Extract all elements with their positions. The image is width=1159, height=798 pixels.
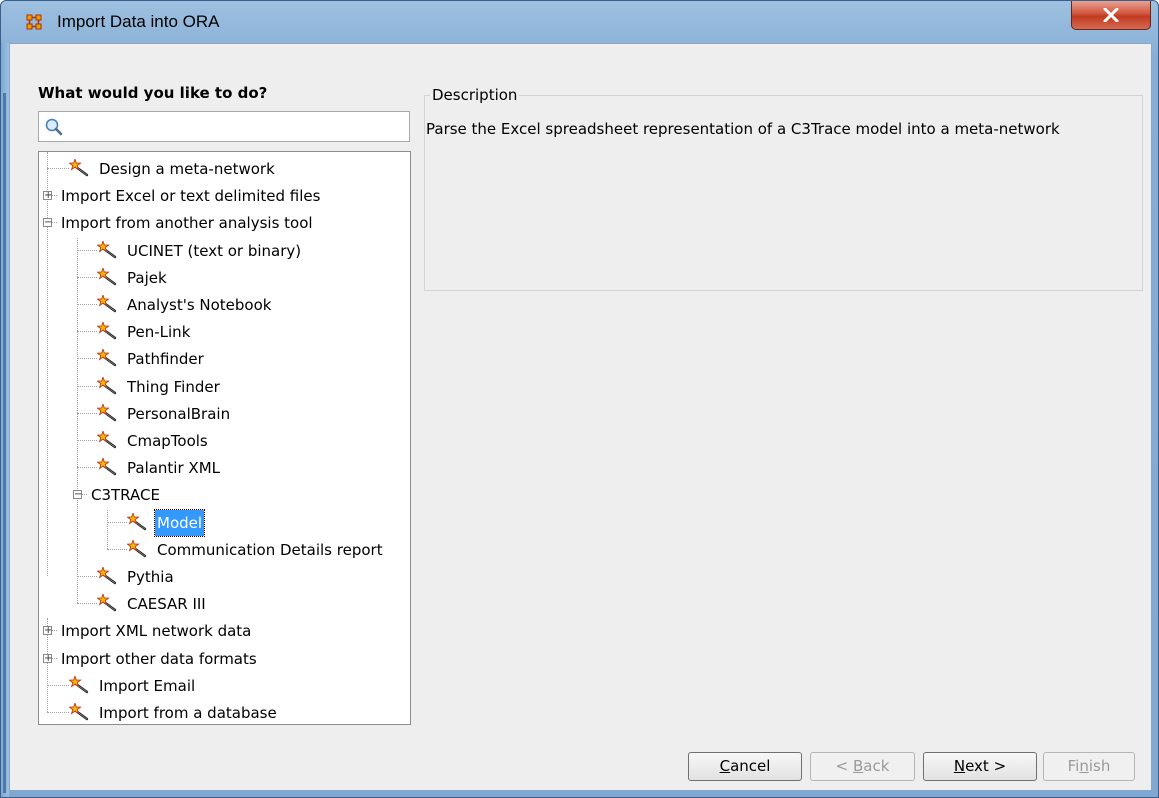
tree-leaf-item[interactable]: CmapTools bbox=[39, 428, 410, 452]
wizard-wand-icon bbox=[96, 456, 117, 476]
tree-connector bbox=[77, 412, 97, 414]
tree-item-label: Pajek bbox=[127, 268, 167, 287]
tree-item-label: Analyst's Notebook bbox=[127, 296, 272, 314]
tree-item-label: UCINET (text or binary) bbox=[127, 241, 302, 260]
tree-leaf-item[interactable]: Communication Details report bbox=[39, 537, 410, 561]
tree-connector bbox=[77, 358, 97, 360]
tree-leaf-item[interactable]: Design a meta-network bbox=[39, 156, 410, 180]
tree-item-label: Import other data formats bbox=[61, 649, 257, 668]
prompt-heading: What would you like to do? bbox=[38, 84, 268, 102]
expand-icon[interactable]: + bbox=[43, 626, 52, 636]
tree-leaf-item[interactable]: Palantir XML bbox=[39, 455, 410, 479]
window-left-border bbox=[1, 43, 9, 797]
tree-item-label: Pen-Link bbox=[127, 323, 191, 342]
tree-item-label: CAESAR III bbox=[127, 595, 206, 614]
search-input[interactable] bbox=[38, 111, 410, 142]
finish-button[interactable]: Finish bbox=[1043, 752, 1135, 781]
wizard-wand-icon bbox=[96, 375, 117, 395]
window-title: Import Data into ORA bbox=[57, 12, 220, 31]
tree-item-label: C3TRACE bbox=[91, 486, 160, 505]
tree-item-label: Pythia bbox=[127, 568, 174, 586]
tree-folder-item[interactable]: + Import other data formats bbox=[39, 646, 410, 670]
wizard-wand-icon bbox=[96, 266, 117, 286]
tree-item-label: Import Email bbox=[99, 676, 196, 695]
wizard-wand-icon bbox=[96, 592, 117, 612]
tree-folder-item[interactable]: − Import from another analysis tool bbox=[39, 210, 410, 234]
close-button[interactable] bbox=[1071, 1, 1151, 30]
tree-connector bbox=[77, 331, 97, 333]
description-title: Description bbox=[430, 86, 520, 104]
wizard-wand-icon bbox=[96, 429, 117, 449]
expand-icon[interactable]: + bbox=[43, 653, 52, 663]
wizard-wand-icon bbox=[96, 239, 117, 259]
tree-leaf-item[interactable]: CAESAR III bbox=[39, 591, 410, 615]
title-bar[interactable]: Import Data into ORA bbox=[1, 1, 1158, 43]
tree-connector bbox=[77, 467, 97, 469]
tree-item-label: Communication Details report bbox=[157, 540, 383, 559]
tree-item-label: Import XML network data bbox=[61, 622, 252, 641]
expand-icon[interactable]: + bbox=[43, 191, 52, 201]
tree-connector bbox=[47, 712, 69, 713]
tree-connector bbox=[107, 521, 127, 523]
cancel-button[interactable]: Cancel bbox=[688, 752, 802, 781]
tree-item-label: Thing Finder bbox=[127, 377, 220, 396]
tree-leaf-item[interactable]: Analyst's Notebook bbox=[39, 292, 410, 316]
tree-item-label: Palantir XML bbox=[127, 459, 220, 478]
tree-connector bbox=[77, 440, 97, 441]
tree-connector bbox=[77, 249, 97, 251]
wizard-wand-icon bbox=[68, 157, 89, 177]
tree-leaf-item[interactable]: Model bbox=[39, 508, 410, 537]
collapse-icon[interactable]: − bbox=[43, 218, 52, 228]
back-button[interactable]: < Back bbox=[810, 752, 915, 781]
ora-network-icon bbox=[26, 14, 42, 30]
tree-connector bbox=[47, 684, 69, 686]
tree-leaf-item[interactable]: UCINET (text or binary) bbox=[39, 238, 410, 262]
tree-connector bbox=[107, 548, 127, 550]
wizard-wand-icon bbox=[96, 402, 117, 422]
wizard-wand-icon bbox=[126, 511, 147, 531]
dialog-content: What would you like to do? Design a meta… bbox=[9, 43, 1152, 791]
tree-leaf-item[interactable]: Thing Finder bbox=[39, 374, 410, 398]
tree-item-label: Model bbox=[153, 508, 206, 537]
wizard-wand-icon bbox=[96, 293, 117, 313]
wizard-wand-icon bbox=[96, 320, 117, 340]
tree-item-label: CmapTools bbox=[127, 432, 208, 450]
tree-connector bbox=[47, 168, 69, 169]
tree-connector bbox=[77, 385, 97, 387]
tree-folder-item[interactable]: + Import Excel or text delimited files bbox=[39, 183, 410, 207]
tree-leaf-item[interactable]: PersonalBrain bbox=[39, 401, 410, 425]
tree-connector bbox=[77, 304, 97, 305]
tree-item-label: Import Excel or text delimited files bbox=[61, 187, 321, 206]
next-button[interactable]: Next > bbox=[923, 752, 1037, 781]
wizard-wand-icon bbox=[68, 674, 89, 694]
tree-item-label: Design a meta-network bbox=[99, 160, 275, 178]
description-text: Parse the Excel spreadsheet representati… bbox=[426, 120, 1060, 138]
wizard-wand-icon bbox=[96, 565, 117, 585]
tree-item-label: Import from a database bbox=[99, 704, 277, 722]
tree-leaf-item[interactable]: Pen-Link bbox=[39, 319, 410, 343]
wizard-wand-icon bbox=[126, 538, 147, 558]
wizard-wand-icon bbox=[68, 701, 89, 721]
tree-leaf-item[interactable]: Import from a database bbox=[39, 700, 410, 724]
tree-leaf-item[interactable]: Pajek bbox=[39, 265, 410, 289]
search-icon bbox=[45, 118, 63, 136]
import-dialog-window: Import Data into ORA What would you like… bbox=[0, 0, 1159, 798]
tree-item-label: Import from another analysis tool bbox=[61, 214, 313, 233]
close-icon bbox=[1103, 8, 1119, 22]
tree-connector bbox=[77, 576, 97, 577]
tree-leaf-item[interactable]: Pathfinder bbox=[39, 346, 410, 370]
tree-connector bbox=[77, 603, 97, 605]
tree-leaf-item[interactable]: Pythia bbox=[39, 564, 410, 588]
tree-item-label: Pathfinder bbox=[127, 350, 204, 369]
import-options-tree[interactable]: Design a meta-network + Import Excel or te… bbox=[38, 151, 411, 725]
tree-connector bbox=[77, 276, 97, 278]
collapse-icon[interactable]: − bbox=[73, 490, 82, 500]
tree-folder-item[interactable]: + Import XML network data bbox=[39, 618, 410, 642]
tree-folder-item[interactable]: − C3TRACE bbox=[39, 482, 410, 506]
tree-leaf-item[interactable]: Import Email bbox=[39, 673, 410, 697]
tree-item-label: PersonalBrain bbox=[127, 404, 231, 423]
wizard-wand-icon bbox=[96, 347, 117, 367]
